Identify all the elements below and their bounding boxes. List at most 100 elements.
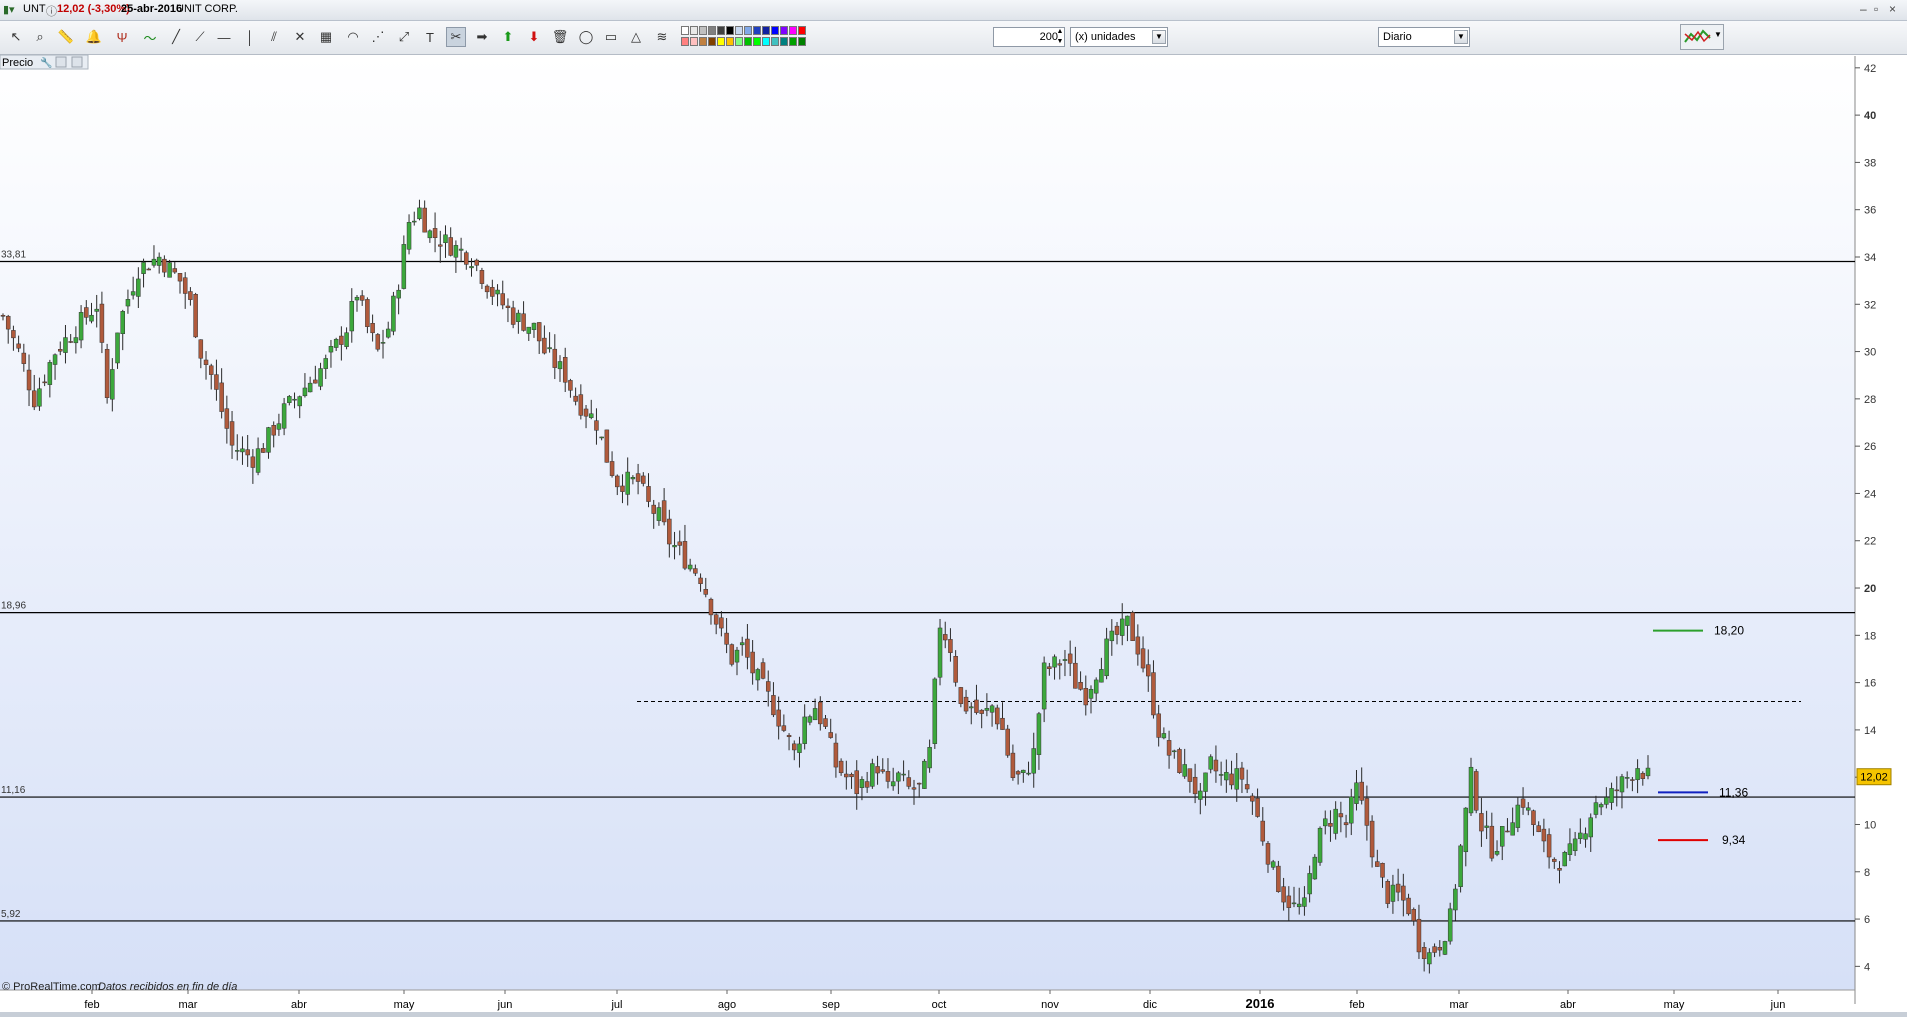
candle[interactable] xyxy=(1349,796,1354,824)
candle[interactable] xyxy=(776,709,781,727)
candle[interactable] xyxy=(594,420,599,431)
candle[interactable] xyxy=(1562,852,1567,867)
candle[interactable] xyxy=(458,248,464,251)
candle[interactable] xyxy=(953,656,958,683)
candle[interactable] xyxy=(1208,756,1213,770)
candle[interactable] xyxy=(1588,817,1593,838)
candle[interactable] xyxy=(99,303,105,343)
candle[interactable] xyxy=(1291,902,1297,905)
candle[interactable] xyxy=(828,732,833,738)
candle[interactable] xyxy=(271,425,276,436)
candle[interactable] xyxy=(1057,663,1063,666)
candle[interactable] xyxy=(130,291,136,296)
candle[interactable] xyxy=(609,461,615,476)
candle[interactable] xyxy=(989,705,995,713)
candle[interactable] xyxy=(1260,820,1266,842)
candle[interactable] xyxy=(84,307,89,318)
candle[interactable] xyxy=(521,313,526,331)
candle[interactable] xyxy=(1572,838,1578,852)
candle[interactable] xyxy=(583,408,589,417)
candle[interactable] xyxy=(396,289,401,299)
candle[interactable] xyxy=(1047,666,1052,669)
candle[interactable] xyxy=(1302,897,1307,907)
candle[interactable] xyxy=(1578,832,1583,840)
candle[interactable] xyxy=(620,485,625,492)
candle[interactable] xyxy=(927,747,932,769)
candle[interactable] xyxy=(1031,748,1036,774)
candle[interactable] xyxy=(1552,858,1557,862)
candle[interactable] xyxy=(1338,813,1344,818)
candle[interactable] xyxy=(1015,771,1021,775)
candle[interactable] xyxy=(188,291,193,300)
candle[interactable] xyxy=(1067,653,1073,664)
candle[interactable] xyxy=(370,323,375,334)
candle[interactable] xyxy=(365,299,370,327)
candle[interactable] xyxy=(500,293,505,306)
candle[interactable] xyxy=(1624,777,1630,779)
candle[interactable] xyxy=(245,449,250,456)
candle[interactable] xyxy=(984,708,990,711)
candle[interactable] xyxy=(401,244,407,289)
candle[interactable] xyxy=(1104,638,1109,677)
candle[interactable] xyxy=(1286,895,1292,908)
candle[interactable] xyxy=(1296,903,1302,908)
candle[interactable] xyxy=(651,504,656,514)
candle[interactable] xyxy=(1161,733,1167,739)
candle[interactable] xyxy=(354,296,360,301)
candle[interactable] xyxy=(146,268,152,271)
candle[interactable] xyxy=(453,245,459,258)
candle[interactable] xyxy=(438,244,443,247)
horizontal-scrollbar[interactable] xyxy=(0,1012,1907,1017)
candle[interactable] xyxy=(667,518,672,545)
candle[interactable] xyxy=(1244,784,1250,790)
candle[interactable] xyxy=(687,564,693,570)
candle[interactable] xyxy=(979,709,984,714)
candle[interactable] xyxy=(505,305,511,308)
candle[interactable] xyxy=(406,222,412,250)
candle[interactable] xyxy=(1172,750,1177,753)
candle[interactable] xyxy=(922,760,927,789)
candle[interactable] xyxy=(1364,798,1370,826)
candle[interactable] xyxy=(1166,740,1172,756)
candle[interactable] xyxy=(380,342,386,344)
candle[interactable] xyxy=(599,436,604,439)
candle[interactable] xyxy=(495,289,500,295)
candle[interactable] xyxy=(1265,843,1271,865)
candle[interactable] xyxy=(1499,826,1505,847)
candle[interactable] xyxy=(323,358,329,369)
candle[interactable] xyxy=(604,429,610,463)
candle[interactable] xyxy=(1354,782,1359,804)
candle[interactable] xyxy=(63,337,68,353)
candle[interactable] xyxy=(203,359,209,365)
panel-config-icon[interactable] xyxy=(55,56,67,68)
candle[interactable] xyxy=(823,718,828,727)
candle[interactable] xyxy=(969,706,974,709)
candle[interactable] xyxy=(958,687,964,704)
candle[interactable] xyxy=(693,568,698,574)
candle[interactable] xyxy=(1489,825,1495,859)
candle[interactable] xyxy=(547,347,552,350)
candle[interactable] xyxy=(11,330,16,339)
candle[interactable] xyxy=(26,369,32,391)
candle[interactable] xyxy=(417,207,422,220)
candle[interactable] xyxy=(110,369,115,400)
candle[interactable] xyxy=(115,332,120,364)
candle[interactable] xyxy=(125,299,131,307)
candle[interactable] xyxy=(557,361,563,370)
candle[interactable] xyxy=(1593,802,1599,815)
candle[interactable] xyxy=(266,427,271,453)
candle[interactable] xyxy=(1192,776,1198,795)
candle[interactable] xyxy=(1088,688,1094,699)
candle[interactable] xyxy=(1468,766,1474,814)
candle[interactable] xyxy=(698,577,703,584)
candle[interactable] xyxy=(1255,798,1260,817)
candle[interactable] xyxy=(52,354,58,365)
candle[interactable] xyxy=(339,335,344,345)
candle[interactable] xyxy=(412,220,417,223)
candle[interactable] xyxy=(526,326,532,334)
candle[interactable] xyxy=(1515,804,1521,828)
candle[interactable] xyxy=(58,349,63,352)
candle[interactable] xyxy=(235,450,240,452)
candle[interactable] xyxy=(786,735,792,738)
candle[interactable] xyxy=(276,423,282,430)
